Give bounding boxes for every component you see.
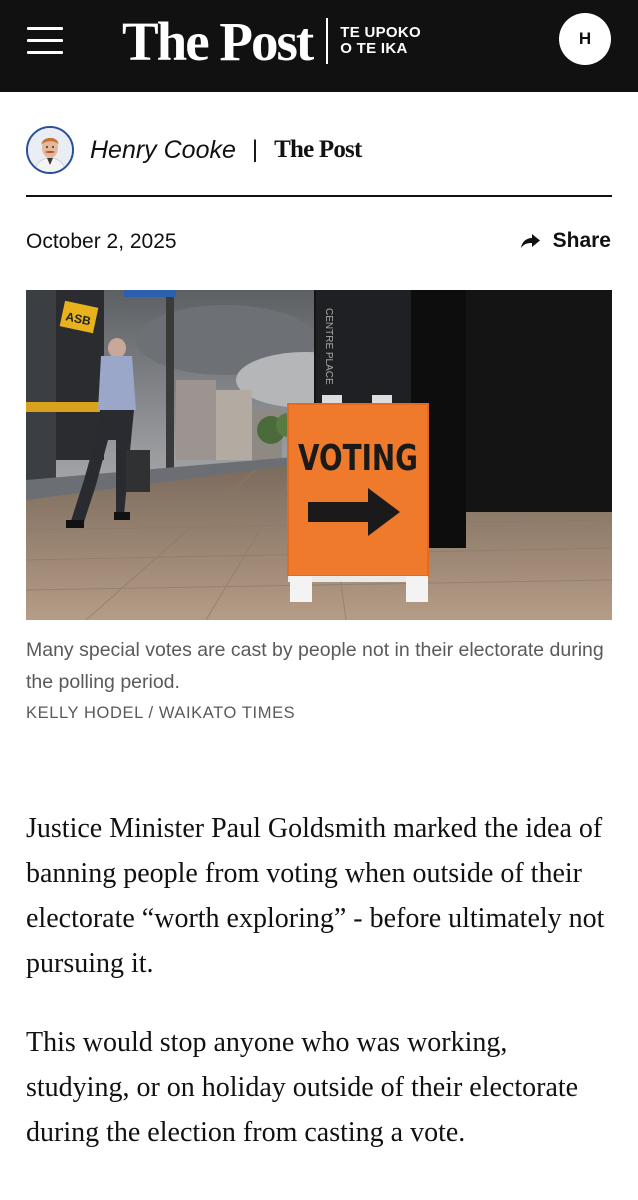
photo-credit: KELLY HODEL / WAIKATO TIMES bbox=[26, 704, 296, 722]
brand-subtitle-line2: O TE IKA bbox=[340, 40, 408, 57]
share-button[interactable]: Share bbox=[519, 229, 611, 253]
author-avatar[interactable] bbox=[26, 126, 74, 174]
brand-subtitle: TE UPOKO O TE IKA bbox=[340, 25, 421, 57]
brand-subtitle-line1: TE UPOKO bbox=[340, 24, 421, 41]
article-paragraph: This would stop anyone who was working, … bbox=[26, 1027, 579, 1148]
article-paragraph: Justice Minister Paul Goldsmith marked t… bbox=[26, 813, 605, 979]
publication-name[interactable]: The Post bbox=[274, 136, 362, 164]
site-header: The Post TE UPOKO O TE IKA H bbox=[0, 0, 638, 92]
brand-logo[interactable]: The Post TE UPOKO O TE IKA bbox=[122, 6, 421, 76]
divider-rule bbox=[26, 195, 612, 197]
account-avatar-button[interactable]: H bbox=[559, 13, 611, 65]
voting-sign: VOTING bbox=[287, 395, 429, 602]
brand-title: The Post bbox=[122, 10, 314, 72]
byline: Henry Cooke | The Post bbox=[26, 124, 362, 176]
svg-text:CENTRE PLACE: CENTRE PLACE bbox=[323, 308, 334, 385]
byline-separator: | bbox=[251, 136, 259, 163]
article-photo[interactable]: ASB CENTRE PLACE VOTING bbox=[26, 290, 612, 620]
brand-divider bbox=[326, 18, 329, 64]
street-sign-centre-place: CENTRE PLACE bbox=[323, 308, 334, 385]
author-name-link[interactable]: Henry Cooke bbox=[90, 136, 236, 165]
publish-date: October 2, 2025 bbox=[26, 230, 177, 253]
share-arrow-icon bbox=[520, 234, 540, 248]
share-label: Share bbox=[552, 229, 611, 252]
photo-caption: Many special votes are cast by people no… bbox=[26, 639, 604, 693]
svg-text:VOTING: VOTING bbox=[298, 438, 418, 479]
hamburger-menu-icon[interactable] bbox=[27, 27, 63, 57]
